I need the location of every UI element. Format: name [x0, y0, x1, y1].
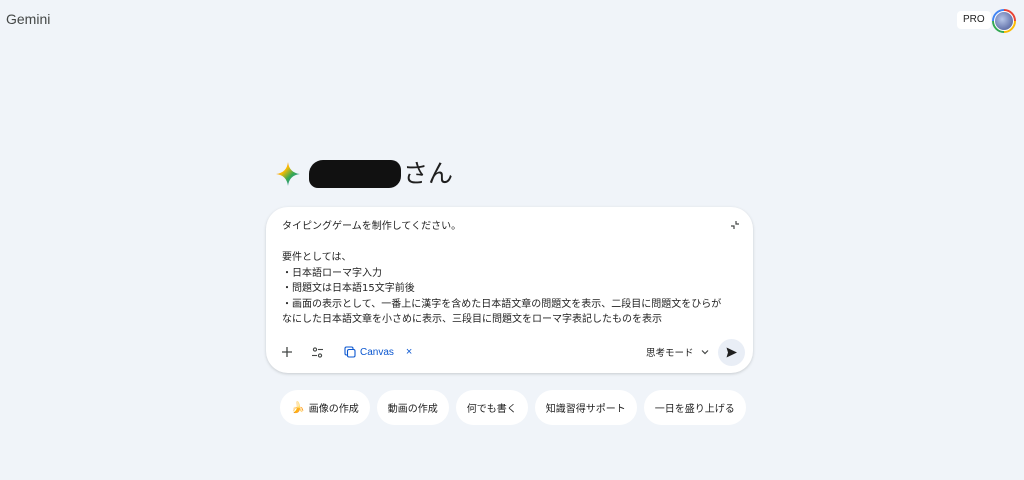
greeting: さん: [275, 156, 453, 192]
send-button[interactable]: [718, 339, 745, 366]
chip-label: 知識習得サポート: [545, 404, 626, 415]
canvas-chip[interactable]: Canvas ×: [338, 342, 418, 362]
collapse-icon[interactable]: [729, 219, 741, 231]
banana-icon: 🍌: [291, 401, 305, 414]
plus-icon: [282, 347, 292, 357]
chip-label: 何でも書く: [466, 404, 517, 415]
suggestion-chip-learn[interactable]: 知識習得サポート: [534, 390, 637, 425]
suggestion-chip-image[interactable]: 🍌 画像の作成: [280, 390, 370, 425]
avatar[interactable]: [992, 9, 1016, 33]
suggestion-chip-boost-day[interactable]: 一日を盛り上げる: [643, 390, 746, 425]
chevron-down-icon: [701, 350, 708, 355]
canvas-close-icon[interactable]: ×: [406, 347, 412, 358]
chip-label: 動画の作成: [387, 404, 438, 415]
prompt-card: タイピングゲームを制作してください。 要件としては、 ・日本語ローマ字入力 ・問…: [266, 207, 753, 373]
mode-select[interactable]: 思考モード: [646, 339, 710, 365]
canvas-icon: [344, 346, 356, 358]
mode-label: 思考モード: [646, 348, 694, 359]
suggestion-chips: 🍌 画像の作成 動画の作成 何でも書く 知識習得サポート 一日を盛り上げる: [280, 390, 746, 425]
app-title[interactable]: Gemini: [6, 11, 50, 27]
tune-icon: [311, 346, 323, 358]
prompt-input[interactable]: タイピングゲームを制作してください。 要件としては、 ・日本語ローマ字入力 ・問…: [282, 219, 722, 328]
redacted-user-name: [309, 160, 401, 188]
tools-button[interactable]: [304, 339, 330, 365]
gemini-spark-icon: [276, 162, 300, 186]
add-button[interactable]: [274, 339, 300, 365]
canvas-label: Canvas: [360, 346, 394, 358]
avatar-image: [994, 11, 1014, 31]
chip-label: 一日を盛り上げる: [654, 404, 735, 415]
suggestion-chip-video[interactable]: 動画の作成: [376, 390, 449, 425]
greeting-suffix: さん: [403, 159, 454, 188]
send-icon: [726, 347, 737, 358]
plan-badge[interactable]: PRO: [957, 11, 991, 29]
chip-label: 画像の作成: [308, 404, 359, 415]
suggestion-chip-write[interactable]: 何でも書く: [455, 390, 528, 425]
prompt-toolbar: Canvas × 思考モード: [266, 339, 753, 366]
